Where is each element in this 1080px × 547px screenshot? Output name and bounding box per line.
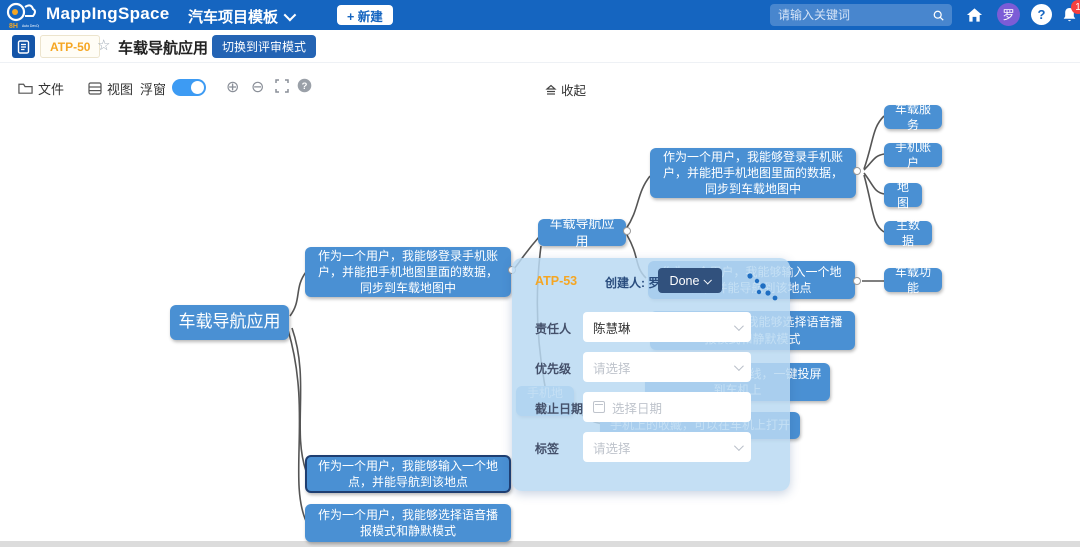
mindmap-node-hub[interactable]: 车载导航应用: [538, 219, 626, 246]
mindmap-node-phone-account[interactable]: 手机账户: [884, 143, 942, 167]
chevron-down-icon: [704, 276, 712, 284]
float-window-label: 浮窗: [140, 79, 166, 98]
chevron-down-icon: [734, 361, 744, 371]
mindmap-node-story-login-right[interactable]: 作为一个用户，我能够登录手机账户，并能把手机地图里面的数据，同步到车载地图中: [650, 148, 856, 198]
favorite-star-icon[interactable]: ☆: [97, 36, 110, 54]
calendar-icon: [593, 401, 605, 413]
collapse-button-label: 收起: [561, 80, 586, 99]
project-selector-label: 汽车项目模板: [188, 6, 278, 27]
chevron-down-icon: [284, 9, 297, 22]
zoom-in-icon[interactable]: ⊕: [226, 77, 239, 97]
global-search[interactable]: [770, 4, 952, 26]
field-label-assignee: 责任人: [535, 320, 571, 337]
tags-select[interactable]: 请选择: [583, 432, 751, 462]
mindmap-node-map[interactable]: 地图: [884, 183, 922, 207]
priority-select[interactable]: 请选择: [583, 352, 751, 382]
mindmap-node-master-data[interactable]: 主数据: [884, 221, 932, 245]
collapse-button[interactable]: 收起: [545, 80, 586, 99]
home-icon[interactable]: [963, 4, 985, 26]
brand-title: MappIngSpace: [46, 4, 170, 24]
help-icon[interactable]: ?: [1031, 4, 1052, 25]
mindmap-node-vehicle-service[interactable]: 车载服务: [884, 105, 942, 129]
switch-review-mode-button[interactable]: 切换到评审模式: [212, 35, 316, 58]
zoom-out-icon[interactable]: ⊖: [251, 77, 264, 97]
notification-badge: 1: [1071, 0, 1080, 14]
mindmap-node-story-input-selected[interactable]: 作为一个用户，我能够输入一个地点，并能导航到该地点: [305, 455, 511, 493]
project-selector[interactable]: 汽车项目模板: [188, 6, 293, 27]
help-circle-icon[interactable]: ?: [297, 78, 312, 98]
due-date-input[interactable]: 选择日期: [583, 392, 751, 422]
assignee-select[interactable]: 陈慧琳: [583, 312, 751, 342]
search-input[interactable]: [778, 8, 933, 22]
edge-dot[interactable]: [853, 277, 861, 285]
mindmap-node-story-login[interactable]: 作为一个用户，我能够登录手机账户，并能把手机地图里面的数据，同步到车载地图中: [305, 247, 511, 297]
edge-dot[interactable]: [623, 227, 631, 235]
edge-dot[interactable]: [853, 167, 861, 175]
mindmap-node-vehicle-function[interactable]: 车载功能: [884, 268, 942, 292]
document-icon[interactable]: [12, 35, 35, 58]
page-title: 车载导航应用: [118, 37, 208, 58]
svg-text:8H: 8H: [9, 23, 18, 29]
view-menu-label: 视图: [107, 79, 133, 98]
toggle-knob: [191, 81, 204, 94]
chevron-down-icon: [734, 321, 744, 331]
file-menu-label: 文件: [38, 79, 64, 98]
mindmap-node-story-voice[interactable]: 作为一个用户，我能够选择语音播报模式和静默模式: [305, 504, 511, 542]
priority-placeholder: 请选择: [593, 358, 631, 377]
fit-screen-icon[interactable]: [275, 79, 289, 98]
svg-text:?: ?: [302, 81, 308, 92]
field-label-priority: 优先级: [535, 360, 571, 377]
view-menu[interactable]: 视图: [88, 79, 133, 98]
assignee-value: 陈慧琳: [593, 318, 631, 337]
route-dots-decoration: [744, 272, 788, 304]
tags-placeholder: 请选择: [593, 438, 631, 457]
mindmap-node-root[interactable]: 车载导航应用: [170, 305, 289, 340]
new-button[interactable]: + 新建: [337, 5, 393, 25]
float-window-toggle[interactable]: [172, 79, 206, 96]
status-dropdown[interactable]: Done: [658, 268, 722, 293]
app-logo-icon[interactable]: 8H Auto DevOps: [5, 1, 39, 29]
field-label-tags: 标签: [535, 440, 559, 457]
file-menu[interactable]: 文件: [18, 79, 64, 98]
folder-icon: [18, 82, 33, 95]
due-date-placeholder: 选择日期: [612, 398, 662, 417]
collapse-icon: [545, 84, 557, 96]
doc-id-badge[interactable]: ATP-50: [40, 35, 100, 58]
avatar[interactable]: 罗: [997, 3, 1020, 26]
status-dropdown-label: Done: [670, 274, 700, 288]
view-icon: [88, 82, 102, 95]
search-icon[interactable]: [933, 9, 944, 22]
document-bar: ATP-50 ☆ 车载导航应用 切换到评审模式: [0, 30, 1080, 63]
chevron-down-icon: [734, 441, 744, 451]
task-detail-popup: ATP-53 创建人: 罗宇超 Done 责任人 陈慧琳 优先级 请选择 截止日…: [512, 258, 790, 491]
top-header: 8H Auto DevOps MappIngSpace 汽车项目模板 + 新建 …: [0, 0, 1080, 30]
task-id-label: ATP-53: [535, 274, 577, 288]
field-label-due-date: 截止日期: [535, 400, 583, 417]
svg-text:Auto DevOps: Auto DevOps: [22, 24, 39, 28]
